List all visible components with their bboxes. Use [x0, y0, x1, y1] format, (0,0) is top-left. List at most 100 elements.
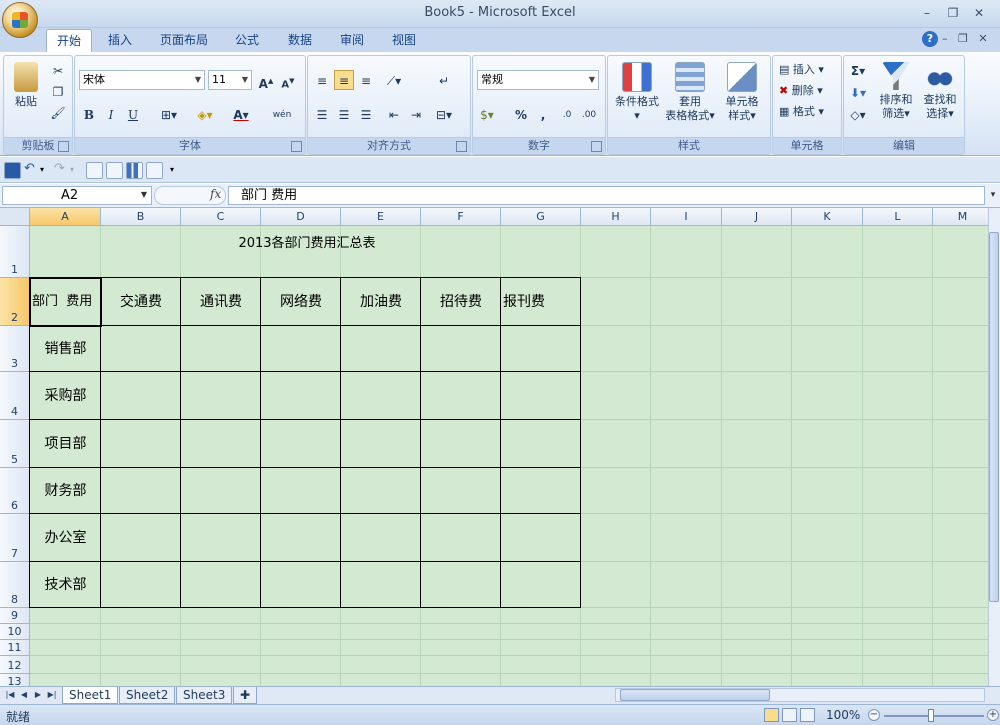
percent-button[interactable]: % — [511, 104, 531, 124]
dialog-launcher-icon[interactable] — [58, 141, 69, 152]
decrease-decimal-icon[interactable]: .00 — [579, 104, 599, 124]
workbook-controls[interactable]: – ❐ ✕ — [942, 32, 998, 48]
undo-dropdown-icon[interactable]: ▾ — [40, 162, 55, 177]
row-header[interactable]: 11 — [0, 640, 30, 656]
print-preview-icon[interactable] — [106, 162, 123, 179]
zoom-in-icon[interactable]: + — [987, 709, 999, 721]
column-header[interactable]: A — [30, 208, 101, 226]
borders-icon[interactable]: ⊞▾ — [159, 104, 179, 124]
row-header[interactable]: 13 — [0, 674, 30, 686]
department-cell[interactable]: 采购部 — [30, 372, 101, 420]
column-header[interactable]: G — [501, 208, 581, 226]
department-cell[interactable]: 销售部 — [30, 326, 101, 372]
row-header[interactable]: 1 — [0, 226, 30, 278]
dialog-launcher-icon[interactable] — [456, 141, 467, 152]
sheet-tab-sheet3[interactable]: Sheet3 — [176, 687, 233, 704]
column-header[interactable]: E — [341, 208, 421, 226]
dialog-launcher-icon[interactable] — [291, 141, 302, 152]
comma-button[interactable]: , — [533, 104, 553, 124]
sort-ascending-icon[interactable] — [86, 162, 103, 179]
row-header[interactable]: 10 — [0, 624, 30, 640]
minimize-icon[interactable]: – — [916, 5, 938, 21]
currency-icon[interactable]: $▾ — [477, 104, 497, 124]
column-header[interactable]: M — [933, 208, 988, 226]
row-header[interactable]: 2 — [0, 278, 30, 326]
row-header[interactable]: 8 — [0, 562, 30, 608]
insert-cells-button[interactable]: ▤ 插入 ▾ — [779, 62, 824, 78]
row-header[interactable]: 9 — [0, 608, 30, 624]
select-all-corner[interactable] — [0, 208, 30, 226]
last-sheet-icon[interactable]: ▶| — [46, 689, 58, 701]
format-as-table-button[interactable]: 套用 表格格式▾ — [664, 62, 716, 123]
bold-button[interactable]: B — [79, 104, 99, 124]
page-layout-view-icon[interactable] — [782, 708, 797, 722]
tab-insert[interactable]: 插入 — [98, 28, 142, 52]
department-cell[interactable]: 财务部 — [30, 468, 101, 514]
font-color-icon[interactable]: A▾ — [231, 104, 251, 124]
cut-icon[interactable]: ✂ — [48, 60, 68, 80]
column-header[interactable]: H — [581, 208, 651, 226]
header-cell[interactable]: 交通费 — [101, 278, 181, 326]
first-sheet-icon[interactable]: |◀ — [4, 689, 16, 701]
insert-sheet-icon[interactable]: ✚ — [233, 687, 257, 704]
font-name-select[interactable]: 宋体 ▼ — [79, 70, 205, 90]
zoom-out-icon[interactable]: − — [868, 709, 880, 721]
name-box[interactable]: A2 — [2, 186, 152, 205]
paste-button[interactable]: 粘贴 — [8, 62, 44, 109]
tab-view[interactable]: 视图 — [382, 28, 426, 52]
sheet-tab-sheet2[interactable]: Sheet2 — [119, 687, 176, 704]
tab-home[interactable]: 开始 — [46, 29, 93, 54]
italic-button[interactable]: I — [101, 104, 121, 124]
help-icon[interactable]: ? — [922, 31, 938, 47]
fill-icon[interactable]: ⬇▾ — [848, 82, 868, 102]
orientation-icon[interactable]: ⟋▾ — [384, 70, 404, 90]
font-size-select[interactable]: 11 ▼ — [208, 70, 252, 90]
customize-toolbar-icon[interactable]: ▾ — [170, 162, 185, 177]
chart-icon[interactable] — [126, 162, 143, 179]
close-icon[interactable]: ✕ — [968, 5, 990, 21]
new-document-icon[interactable] — [146, 162, 163, 179]
column-header[interactable]: L — [863, 208, 933, 226]
conditional-formatting-button[interactable]: 条件格式 ▾ — [612, 62, 662, 123]
column-header[interactable]: B — [101, 208, 181, 226]
zoom-slider-thumb[interactable] — [928, 709, 934, 722]
zoom-level[interactable]: 100% — [826, 708, 860, 722]
align-middle-icon[interactable]: ≡ — [334, 70, 354, 90]
row-header[interactable]: 3 — [0, 326, 30, 372]
sheet-tab-sheet1[interactable]: Sheet1 — [62, 687, 119, 704]
fill-color-icon[interactable]: ◈▾ — [195, 104, 215, 124]
office-button[interactable] — [2, 2, 38, 38]
format-cells-button[interactable]: ▦ 格式 ▾ — [779, 104, 824, 120]
delete-cells-button[interactable]: ✖ 删除 ▾ — [779, 83, 823, 99]
underline-button[interactable]: U — [123, 104, 143, 124]
next-sheet-icon[interactable]: ▶ — [32, 689, 44, 701]
department-cell[interactable]: 办公室 — [30, 514, 101, 562]
row-header[interactable]: 7 — [0, 514, 30, 562]
cell-styles-button[interactable]: 单元格 样式▾ — [718, 62, 766, 123]
align-left-icon[interactable]: ☰ — [312, 104, 332, 124]
increase-decimal-icon[interactable]: .0 — [557, 104, 577, 124]
header-cell[interactable]: 通讯费 — [181, 278, 261, 326]
decrease-indent-icon[interactable]: ⇤ — [384, 104, 404, 124]
dialog-launcher-icon[interactable] — [591, 141, 602, 152]
prev-sheet-icon[interactable]: ◀ — [18, 689, 30, 701]
autosum-button[interactable]: Σ▾ — [848, 60, 868, 80]
save-icon[interactable] — [4, 162, 21, 179]
formula-input[interactable]: 部门 费用 — [228, 186, 985, 205]
align-bottom-icon[interactable]: ≡ — [356, 70, 376, 90]
find-select-button[interactable]: 查找和 选择▾ — [920, 62, 960, 121]
tab-data[interactable]: 数据 — [278, 28, 322, 52]
vertical-scroll-thumb[interactable] — [989, 232, 999, 602]
row-header[interactable]: 5 — [0, 420, 30, 468]
redo-dropdown-icon[interactable]: ▾ — [70, 162, 85, 177]
column-header[interactable]: K — [792, 208, 863, 226]
align-top-icon[interactable]: ≡ — [312, 70, 332, 90]
maximize-icon[interactable]: ❐ — [942, 5, 964, 21]
sort-filter-button[interactable]: 排序和 筛选▾ — [876, 62, 916, 121]
insert-function-icon[interactable]: fx — [210, 187, 221, 201]
format-painter-icon[interactable]: 🖌 — [48, 102, 68, 122]
number-format-select[interactable]: 常规 ▼ — [477, 70, 599, 90]
row-header[interactable]: 4 — [0, 372, 30, 420]
undo-icon[interactable]: ↶ — [24, 162, 39, 177]
increase-indent-icon[interactable]: ⇥ — [406, 104, 426, 124]
